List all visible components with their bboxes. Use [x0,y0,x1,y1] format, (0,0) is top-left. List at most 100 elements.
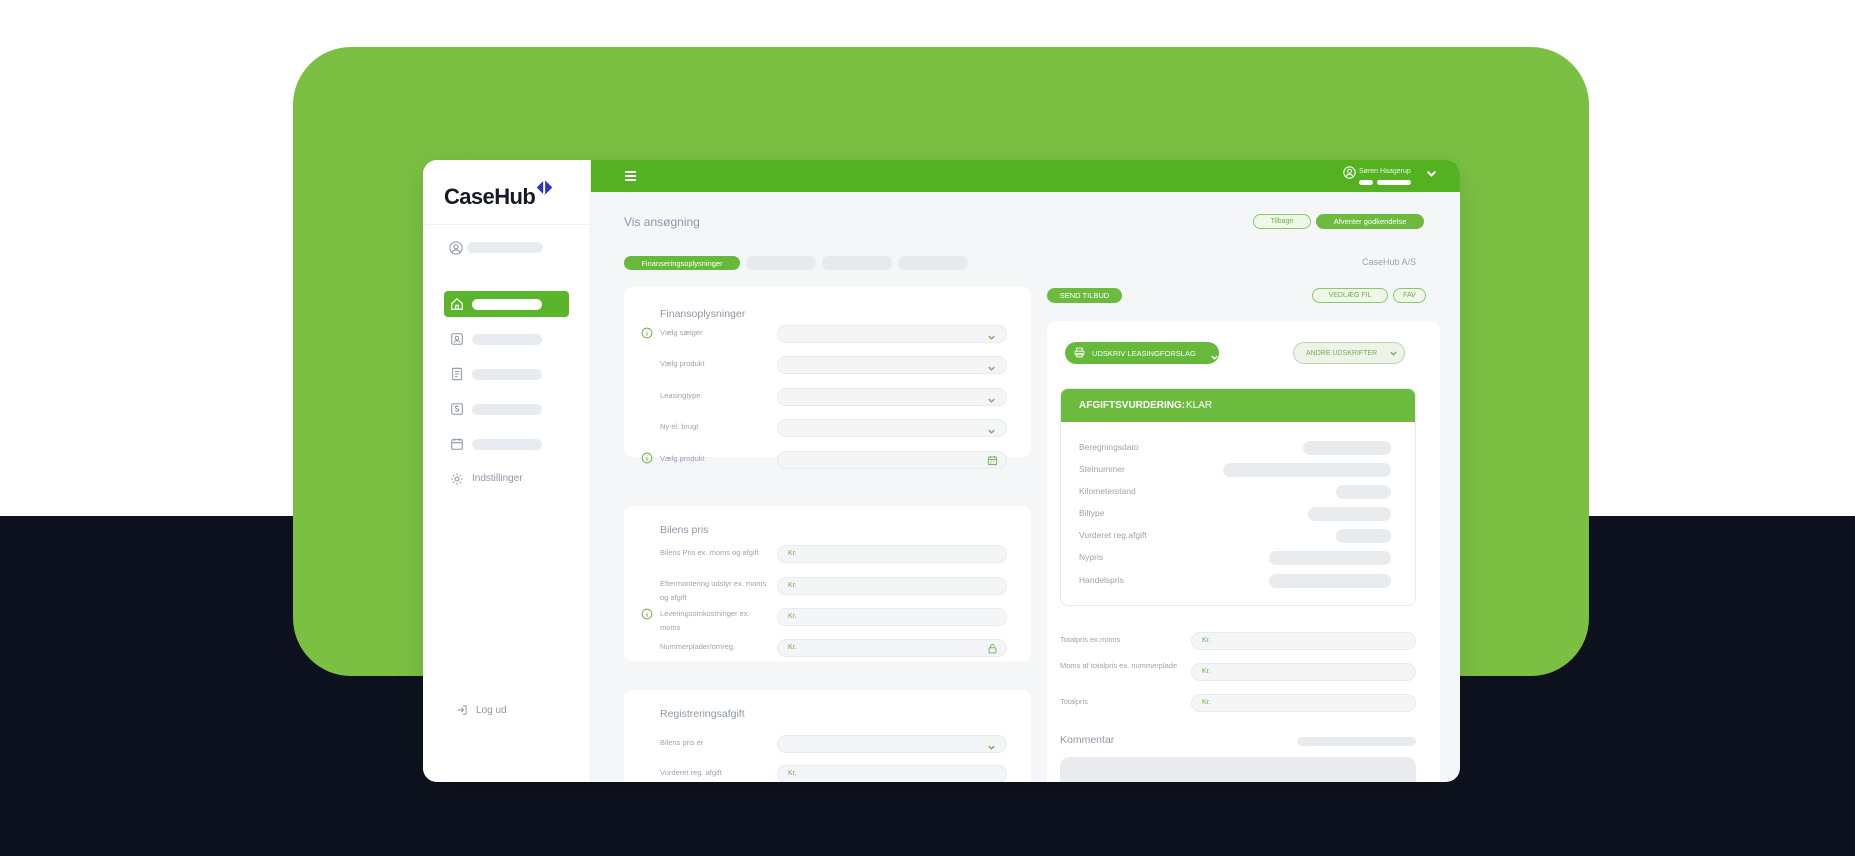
tax-row-label: Handelspris [1079,575,1124,585]
sidebar-item-home[interactable] [444,291,569,317]
sidebar: CaseHub Indstillinger Log ud [423,160,591,782]
home-icon [450,297,464,311]
leasing-type-select[interactable] [777,388,1007,406]
summary-card: UDSKRIV LEASINGFORSLAG ANDRE UDSKRIFTER … [1047,321,1440,782]
sidebar-user[interactable] [449,240,569,256]
user-circle-icon [1343,166,1356,179]
field-label: Ny el. brugt [660,422,699,431]
casehub-logo[interactable]: CaseHub [444,184,536,210]
user-name: Søren Haagerup [1359,168,1411,175]
money-icon [450,402,464,416]
user-circle-icon [449,241,463,255]
sidebar-item-placeholder [472,404,542,415]
tax-row-value [1336,529,1391,543]
new-or-used-select[interactable] [777,419,1007,437]
field-label: Leveringsomkostninger ex. moms [660,609,750,632]
equipment-input[interactable]: Kr. [777,577,1007,595]
total-ex-vat-input[interactable]: Kr. [1191,632,1416,650]
field-label: Nummerplader/omreg. [660,642,736,651]
delivery-cost-input[interactable]: Kr. [777,608,1007,626]
chevron-down-icon [987,360,996,371]
tab-placeholder[interactable] [746,256,816,270]
tab-placeholder[interactable] [822,256,892,270]
license-plate-input[interactable]: Kr. [777,639,1007,657]
sidebar-divider [423,224,591,225]
user-role-placeholder [1377,180,1411,185]
tax-assessment-card: AFGIFTSVURDERING: KLAR Beregningsdato St… [1060,388,1416,606]
sidebar-item-label: Indstillinger [472,473,523,484]
other-prints-button[interactable]: ANDRE UDSKRIFTER [1293,342,1405,364]
status-badge[interactable]: Afventer godkendelse [1316,214,1424,229]
info-icon[interactable] [641,608,653,620]
product-select[interactable] [777,356,1007,374]
hamburger-menu-icon[interactable] [625,171,636,181]
field-label: Vælg produkt [660,454,705,463]
car-price-input[interactable]: Kr. [777,545,1007,563]
calendar-icon[interactable] [987,455,998,466]
tax-row-value [1269,551,1391,565]
sidebar-item-contacts[interactable] [444,326,569,352]
comment-textarea[interactable] [1060,757,1416,782]
sidebar-item-calendar[interactable] [444,431,569,457]
app-window: CaseHub Indstillinger Log ud Søren Haage… [423,160,1460,782]
field-label: Bilens pris er [660,738,704,747]
car-price-card: Bilens pris Bilens Pris ex. moms og afgi… [624,506,1031,661]
chevron-down-icon [987,329,996,340]
tax-row-label: Nypris [1079,552,1104,562]
sidebar-item-settings[interactable]: Indstillinger [444,466,569,492]
field-label: Vælg sælger [660,328,703,337]
page-title: Vis ansøgning [624,215,700,229]
total-price-input[interactable]: Kr. [1191,694,1416,712]
sidebar-item-placeholder [472,299,542,310]
attach-file-button[interactable]: VEDLÆG FIL [1312,288,1388,303]
product-date-field[interactable] [777,451,1007,469]
total-row-label: Totalpris [1060,697,1088,706]
info-icon[interactable] [641,452,653,464]
sidebar-item-placeholder [472,369,542,380]
lock-icon[interactable] [987,643,998,654]
tax-row-value [1269,574,1391,588]
total-row-label: Moms af totalpris ex. nummerplade [1060,661,1178,670]
tax-row-label: Stelnummer [1079,464,1125,474]
document-icon [450,367,464,381]
tax-row-label: Beregningsdato [1079,442,1139,452]
sidebar-item-finance[interactable] [444,396,569,422]
chevron-down-icon [1201,348,1218,360]
price-type-select[interactable] [777,735,1007,753]
user-menu[interactable]: Søren Haagerup [1343,166,1453,188]
field-label: Eftermontering udstyr ex. moms og afgift [660,579,767,602]
seller-select[interactable] [777,325,1007,343]
sidebar-item-placeholder [472,334,542,345]
tax-assessment-header: AFGIFTSVURDERING: KLAR [1061,389,1415,422]
top-bar: Søren Haagerup [591,160,1460,192]
tab-placeholder[interactable] [898,256,968,270]
assessed-tax-input[interactable]: Kr. [777,765,1007,782]
company-name: CaseHub A/S [1362,257,1417,267]
gear-icon [450,472,464,486]
printer-icon [1074,347,1085,358]
send-offer-button[interactable]: SEND TILBUD [1047,288,1122,303]
registration-tax-card: Registreringsafgift Bilens pris er Vurde… [624,690,1031,782]
card-title: Registreringsafgift [660,708,745,720]
logout-label: Log ud [476,705,507,716]
tax-row-value [1303,441,1391,455]
back-button[interactable]: Tilbage [1253,214,1311,229]
print-leasing-button[interactable]: UDSKRIV LEASINGFORSLAG [1065,342,1219,364]
chevron-down-icon [987,392,996,403]
tax-row-label: Vurderet reg.afgift [1079,530,1147,540]
card-title: Bilens pris [660,524,709,536]
logo-mark-icon [536,179,553,196]
vat-input[interactable]: Kr. [1191,663,1416,681]
comment-meta-placeholder [1297,737,1416,746]
tab-financing[interactable]: Finanseringsoplysninger [624,256,740,270]
tax-row-value [1308,507,1391,521]
fav-button[interactable]: FAV [1393,288,1426,303]
sidebar-user-placeholder [467,242,543,253]
sidebar-item-placeholder [472,439,542,450]
field-label: Bilens Pris ex. moms og afgift [660,548,759,557]
info-icon[interactable] [641,327,653,339]
field-label: Vurderet reg. afgift [660,768,722,777]
sidebar-item-documents[interactable] [444,361,569,387]
tax-row-label: Biltype [1079,508,1105,518]
logout-icon [457,705,467,715]
